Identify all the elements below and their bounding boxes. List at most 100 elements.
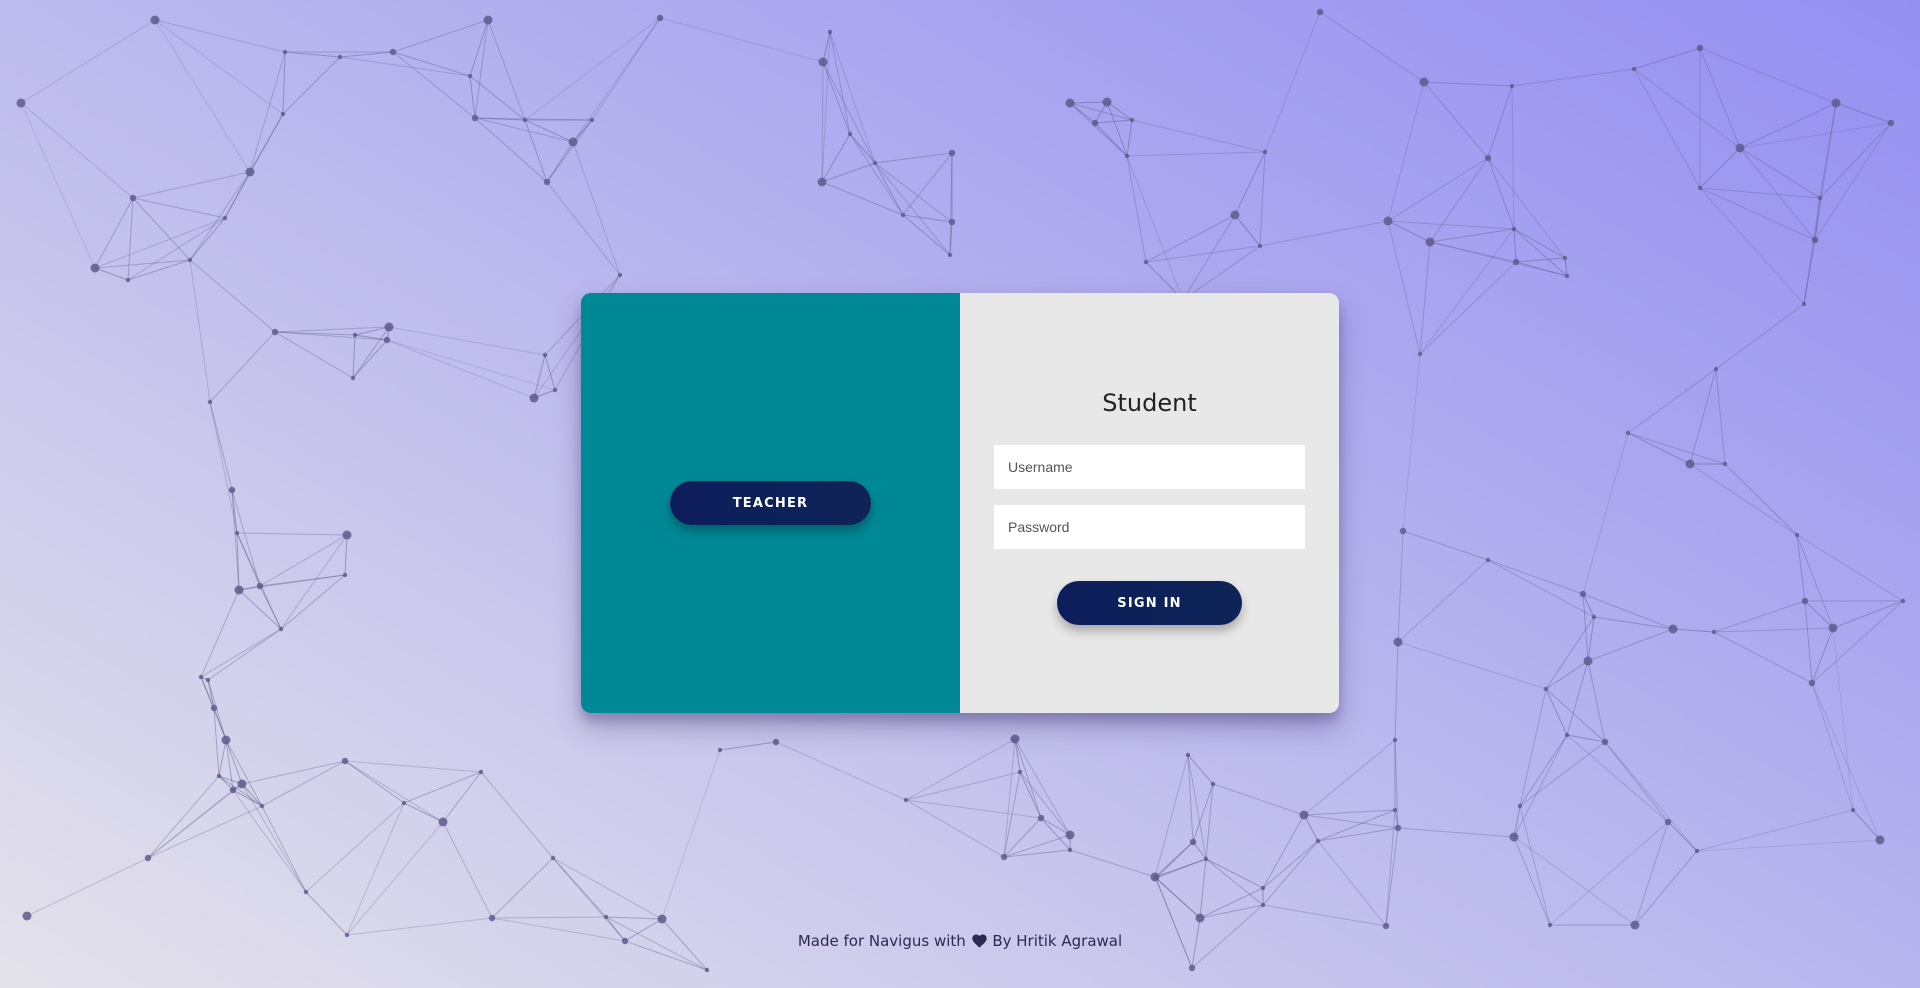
network-line — [1633, 47, 1701, 70]
network-line — [1094, 122, 1128, 157]
network-line — [346, 821, 444, 936]
network-line — [1487, 559, 1584, 595]
network-line — [1689, 463, 1798, 536]
network-node — [125, 277, 131, 283]
network-line — [1262, 814, 1305, 889]
network-node — [1262, 149, 1268, 155]
network-line — [236, 532, 348, 536]
network-line — [1545, 688, 1606, 743]
network-node — [847, 131, 853, 137]
network-line — [1515, 257, 1566, 263]
network-node — [872, 160, 878, 166]
network-node — [1383, 216, 1393, 226]
network-line — [1402, 530, 1489, 561]
network-line — [469, 75, 476, 119]
network-node — [237, 779, 247, 789]
network-line — [1634, 850, 1698, 926]
network-line — [1259, 220, 1389, 247]
username-input[interactable] — [994, 445, 1305, 489]
network-node — [401, 800, 407, 806]
network-node — [22, 911, 32, 921]
network-line — [552, 857, 626, 942]
network-node — [352, 332, 358, 338]
network-line — [94, 267, 129, 281]
network-node — [1630, 920, 1640, 930]
network-line — [1487, 85, 1513, 159]
network-node — [1210, 781, 1216, 787]
network-line — [1814, 122, 1892, 241]
network-line — [225, 739, 243, 785]
network-node — [1316, 8, 1324, 16]
network-line — [1814, 102, 1837, 241]
network-node — [603, 914, 609, 920]
network-line — [1019, 771, 1071, 836]
network-line — [491, 916, 607, 919]
network-node — [1315, 838, 1321, 844]
network-line — [1852, 809, 1881, 841]
network-line — [241, 760, 346, 785]
network-node — [1801, 301, 1807, 307]
network-line — [1262, 840, 1319, 889]
network-node — [90, 263, 100, 273]
network-line — [1317, 827, 1399, 842]
password-input[interactable] — [994, 505, 1305, 549]
network-line — [1182, 214, 1236, 301]
network-node — [1260, 885, 1266, 891]
network-node — [1591, 614, 1597, 620]
network-line — [474, 19, 489, 119]
teacher-button[interactable]: TEACHER — [670, 481, 871, 525]
network-line — [282, 56, 341, 115]
form-title: Student — [1102, 389, 1197, 417]
network-node — [144, 854, 152, 862]
network-line — [1582, 593, 1674, 630]
network-line — [719, 741, 777, 751]
network-line — [261, 760, 346, 807]
network-line — [1487, 157, 1566, 259]
network-line — [344, 534, 348, 576]
network-line — [259, 534, 348, 587]
network-line — [1429, 228, 1515, 243]
network-node — [657, 914, 667, 924]
network-line — [224, 171, 251, 219]
network-line — [344, 760, 405, 804]
network-node — [1399, 527, 1407, 535]
network-line — [231, 489, 240, 591]
network-node — [1512, 258, 1520, 266]
network-line — [605, 916, 663, 920]
network-node — [1129, 117, 1135, 123]
network-line — [905, 738, 1016, 801]
network-node — [1517, 803, 1523, 809]
network-line — [1234, 214, 1261, 247]
network-node — [1065, 830, 1075, 840]
network-node — [903, 797, 909, 803]
network-line — [1126, 155, 1147, 263]
network-line — [392, 19, 489, 53]
network-node — [717, 747, 723, 753]
network-line — [1713, 627, 1834, 633]
network-line — [1519, 741, 1606, 807]
network-line — [1513, 734, 1568, 838]
network-line — [1699, 147, 1741, 189]
network-line — [200, 589, 240, 678]
network-line — [1303, 809, 1396, 816]
network-line — [284, 51, 341, 58]
network-line — [1234, 151, 1266, 216]
network-node — [1801, 597, 1809, 605]
network-line — [1397, 559, 1489, 643]
network-node — [256, 582, 264, 590]
network-line — [1154, 754, 1189, 878]
network-line — [1126, 155, 1184, 301]
network-line — [1739, 147, 1821, 199]
network-line — [1106, 101, 1128, 157]
network-line — [1587, 616, 1595, 662]
network-node — [1696, 44, 1704, 52]
network-line — [533, 354, 546, 399]
network-line — [1264, 11, 1321, 153]
network-node — [947, 252, 953, 258]
network-line — [403, 802, 444, 823]
sign-in-button[interactable]: SIGN IN — [1057, 581, 1242, 625]
network-line — [1804, 600, 1834, 629]
network-node — [704, 967, 710, 973]
network-node — [350, 375, 356, 381]
network-line — [20, 102, 96, 269]
